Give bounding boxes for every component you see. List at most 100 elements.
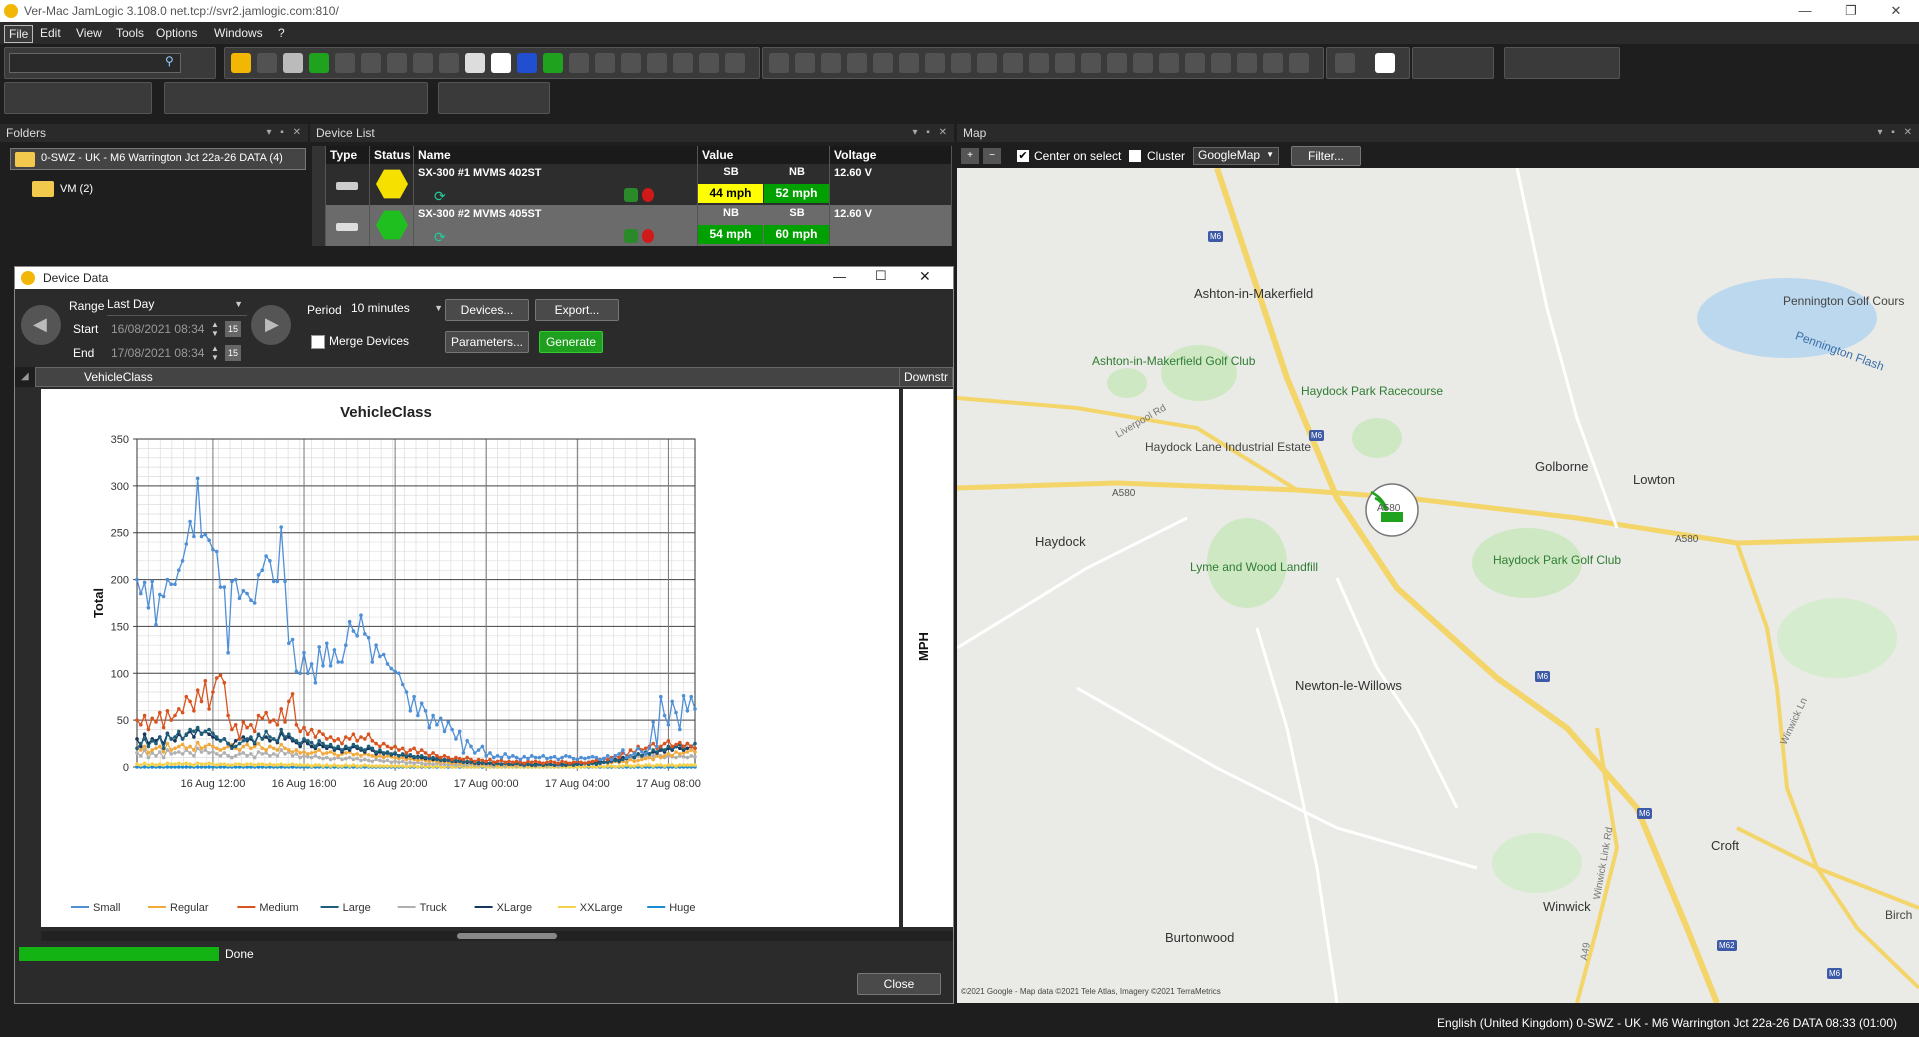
toolbar-button-icon[interactable] — [491, 53, 511, 73]
menu-help[interactable]: ? — [274, 25, 289, 41]
toolbar-button-icon[interactable] — [283, 53, 303, 73]
end-field[interactable]: 17/08/2021 08:34 — [111, 344, 221, 362]
cluster-checkbox[interactable] — [1129, 150, 1141, 162]
toolbar-button-icon[interactable] — [769, 53, 789, 73]
filter-button[interactable]: Filter... — [1291, 146, 1361, 166]
tab-downstream[interactable]: Downstr — [899, 367, 953, 387]
toolbar-button-icon[interactable] — [1055, 53, 1075, 73]
toolbar-button-icon[interactable] — [925, 53, 945, 73]
close-window-button[interactable]: ✕ — [1873, 0, 1919, 22]
toolbar-button-icon[interactable] — [309, 53, 329, 73]
toolbar-button-icon[interactable] — [899, 53, 919, 73]
spinner-icon[interactable]: ▲ ▼ — [211, 320, 219, 338]
toolbar-button-icon[interactable] — [873, 53, 893, 73]
toolbar-button-icon[interactable] — [361, 53, 381, 73]
range-select[interactable]: Last Day ▼ — [107, 297, 247, 316]
zoom-out-button[interactable]: − — [983, 148, 1001, 164]
menu-options[interactable]: Options — [152, 25, 201, 41]
alarm-icon[interactable] — [642, 229, 654, 243]
toolbar-button-icon[interactable] — [413, 53, 433, 73]
restore-button[interactable]: ❐ — [1828, 0, 1874, 22]
sync-icon[interactable] — [624, 229, 638, 243]
toolbar-button-icon[interactable] — [1159, 53, 1179, 73]
folder-item-root[interactable]: 0-SWZ - UK - M6 Warrington Jct 22a-26 DA… — [10, 148, 306, 170]
period-select[interactable]: 10 minutes ▼ — [351, 301, 447, 319]
tool-icon[interactable] — [1335, 53, 1355, 73]
toolbar-button-icon[interactable] — [821, 53, 841, 73]
toolbar-button-icon[interactable] — [699, 53, 719, 73]
calendar-icon[interactable]: 15 — [225, 345, 241, 361]
folder-item-vm[interactable]: VM (2) — [60, 183, 93, 195]
toolbar-button-icon[interactable] — [335, 53, 355, 73]
menu-edit[interactable]: Edit — [36, 25, 65, 41]
toolbar-button-icon[interactable] — [1211, 53, 1231, 73]
merge-devices-checkbox[interactable] — [311, 335, 325, 349]
panel-controls-icon[interactable]: ▾ ▪ ✕ — [267, 124, 305, 142]
column-type[interactable]: Type — [326, 146, 370, 164]
next-button[interactable]: ▶ — [251, 305, 291, 345]
column-value[interactable]: Value — [698, 146, 830, 164]
horizontal-scrollbar[interactable] — [41, 931, 953, 941]
toolbar-button-icon[interactable] — [1029, 53, 1049, 73]
search-input[interactable] — [9, 53, 181, 73]
menu-view[interactable]: View — [72, 25, 106, 41]
toolbar-button-icon[interactable] — [795, 53, 815, 73]
menu-windows[interactable]: Windows — [210, 25, 267, 41]
toolbar-button-icon[interactable] — [977, 53, 997, 73]
toolbar-button-icon[interactable] — [1107, 53, 1127, 73]
minimize-icon[interactable]: — — [833, 269, 846, 284]
toolbar-button-icon[interactable] — [847, 53, 867, 73]
scrollbar-thumb[interactable] — [457, 933, 557, 939]
menu-tools[interactable]: Tools — [112, 25, 148, 41]
parameters-button[interactable]: Parameters... — [445, 331, 529, 353]
toolbar-button-icon[interactable] — [621, 53, 641, 73]
toolbar-button-icon[interactable] — [1289, 53, 1309, 73]
tab-vehicleclass[interactable]: VehicleClass — [35, 367, 919, 387]
menu-file[interactable]: File — [4, 25, 34, 43]
toolbar-button-icon[interactable] — [543, 53, 563, 73]
toolbar-button-icon[interactable] — [439, 53, 459, 73]
center-on-select-checkbox[interactable]: ✔ — [1017, 150, 1029, 162]
device-row[interactable]: SX-300 #1 MVMS 402ST ⟳ SB NB 44 mph 52 m… — [312, 164, 952, 205]
toolbar-button-icon[interactable] — [231, 53, 251, 73]
toolbar-button-icon[interactable] — [465, 53, 485, 73]
toolbar-button-icon[interactable] — [1263, 53, 1283, 73]
toolbar-button-icon[interactable] — [1237, 53, 1257, 73]
column-status[interactable]: Status — [370, 146, 414, 164]
close-button[interactable]: Close — [857, 973, 941, 995]
start-field[interactable]: 16/08/2021 08:34 — [111, 320, 221, 338]
calendar-icon[interactable]: 15 — [225, 321, 241, 337]
toolbar-button-icon[interactable] — [951, 53, 971, 73]
toolbar-button-icon[interactable] — [595, 53, 615, 73]
toolbar-button-icon[interactable] — [257, 53, 277, 73]
toolbar-button-icon[interactable] — [387, 53, 407, 73]
zoom-in-button[interactable]: + — [961, 148, 979, 164]
alarm-icon[interactable] — [642, 188, 654, 202]
chart-icon[interactable] — [1375, 53, 1395, 73]
toolbar-button-icon[interactable] — [1003, 53, 1023, 73]
panel-controls-icon[interactable]: ▾ ▪ ✕ — [1878, 124, 1916, 142]
toolbar-button-icon[interactable] — [1133, 53, 1153, 73]
spinner-icon[interactable]: ▲ ▼ — [211, 344, 219, 362]
toolbar-button-icon[interactable] — [647, 53, 667, 73]
toolbar-button-icon[interactable] — [725, 53, 745, 73]
toolbar-button-icon[interactable] — [673, 53, 693, 73]
close-icon[interactable]: ✕ — [919, 268, 931, 285]
map-type-select[interactable]: GoogleMap ▼ — [1193, 147, 1279, 165]
generate-button[interactable]: Generate — [539, 331, 603, 353]
search-icon[interactable]: ⚲ — [165, 54, 174, 68]
minimize-button[interactable]: — — [1782, 0, 1828, 22]
previous-button[interactable]: ◀ — [21, 305, 61, 345]
column-voltage[interactable]: Voltage — [830, 146, 952, 164]
device-row[interactable]: SX-300 #2 MVMS 405ST ⟳ NB SB 54 mph 60 m… — [312, 205, 952, 246]
tab-arrow-icon[interactable]: ◢ — [21, 371, 29, 382]
toolbar-button-icon[interactable] — [1185, 53, 1205, 73]
export-button[interactable]: Export... — [535, 299, 619, 321]
devices-button[interactable]: Devices... — [445, 299, 529, 321]
toolbar-button-icon[interactable] — [1081, 53, 1101, 73]
panel-controls-icon[interactable]: ▾ ▪ ✕ — [913, 124, 951, 142]
column-name[interactable]: Name — [414, 146, 698, 164]
toolbar-button-icon[interactable] — [569, 53, 589, 73]
map-view[interactable]: Ashton-in-Makerfield Ashton-in-Makerfiel… — [957, 168, 1919, 1003]
sync-icon[interactable] — [624, 188, 638, 202]
